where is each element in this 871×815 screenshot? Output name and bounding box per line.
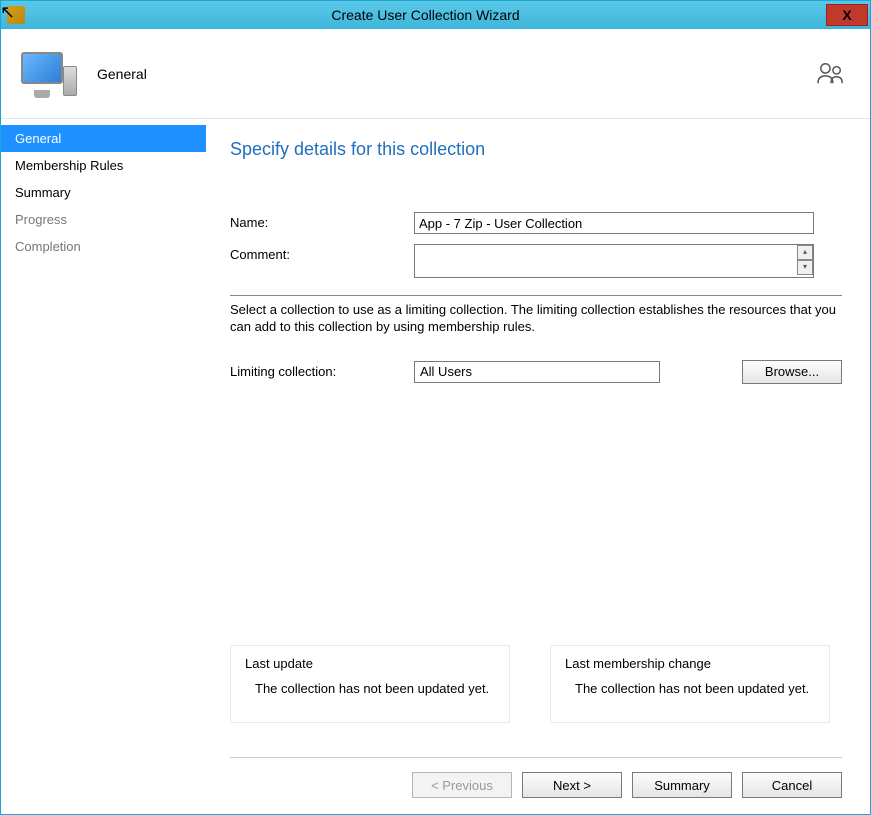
titlebar: Create User Collection Wizard X [1,1,870,29]
comment-spinner[interactable]: ▴ ▾ [797,245,813,275]
main-panel: Specify details for this collection Name… [206,119,870,814]
sidebar-step-general[interactable]: General [1,125,206,152]
divider [230,295,842,296]
last-membership-text: The collection has not been updated yet. [565,681,815,698]
wizard-footer: < Previous Next > Summary Cancel [230,757,842,814]
limiting-collection-value: All Users [414,361,660,383]
name-label: Name: [230,212,414,230]
summary-button[interactable]: Summary [632,772,732,798]
last-update-box: Last update The collection has not been … [230,645,510,723]
last-membership-box: Last membership change The collection ha… [550,645,830,723]
close-button[interactable]: X [826,4,868,26]
limiting-collection-label: Limiting collection: [230,364,414,379]
limiting-help-text: Select a collection to use as a limiting… [230,302,842,336]
comment-label: Comment: [230,244,414,262]
last-update-title: Last update [245,656,495,671]
next-button[interactable]: Next > [522,772,622,798]
sidebar-step-membership-rules[interactable]: Membership Rules [1,152,206,179]
spinner-up-icon[interactable]: ▴ [797,245,813,260]
page-heading: Specify details for this collection [230,139,842,160]
sidebar-step-completion: Completion [1,233,206,260]
spinner-down-icon[interactable]: ▾ [797,260,813,275]
last-membership-title: Last membership change [565,656,815,671]
header-title: General [97,66,147,82]
previous-button: < Previous [412,772,512,798]
cancel-button[interactable]: Cancel [742,772,842,798]
sidebar-step-progress: Progress [1,206,206,233]
name-input[interactable] [414,212,814,234]
wizard-header: General [1,29,870,119]
app-icon [7,6,25,24]
wizard-steps-sidebar: General Membership Rules Summary Progres… [1,119,206,814]
window-title: Create User Collection Wizard [25,7,826,23]
sidebar-step-summary[interactable]: Summary [1,179,206,206]
last-update-text: The collection has not been updated yet. [245,681,495,698]
comment-textarea[interactable] [414,244,814,278]
users-icon [816,61,846,90]
computer-icon [21,50,73,98]
browse-button[interactable]: Browse... [742,360,842,384]
